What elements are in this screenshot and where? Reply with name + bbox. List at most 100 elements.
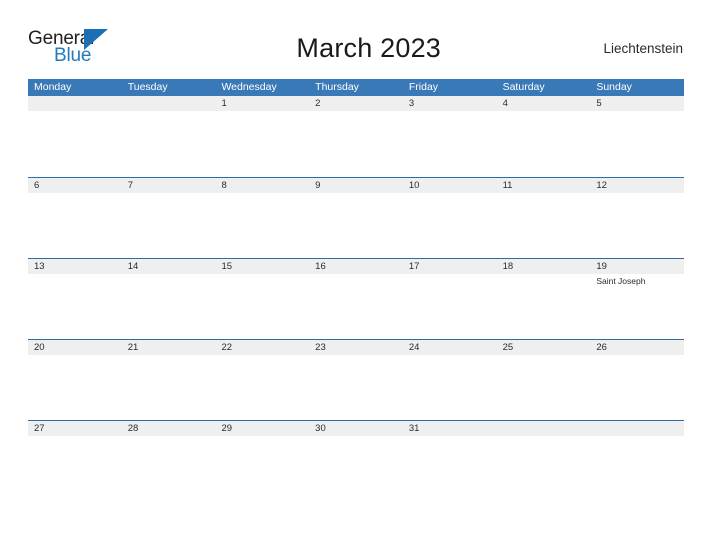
week-event-strip bbox=[28, 436, 684, 500]
day-number[interactable] bbox=[497, 421, 591, 436]
calendar-page: General Blue March 2023 Liechtenstein Mo… bbox=[0, 0, 712, 550]
day-number[interactable]: 25 bbox=[497, 340, 591, 355]
day-cell[interactable] bbox=[309, 111, 403, 175]
day-number[interactable]: 5 bbox=[590, 96, 684, 111]
weekday-header-row: Monday Tuesday Wednesday Thursday Friday Satu… bbox=[28, 79, 684, 96]
week-event-strip bbox=[28, 111, 684, 175]
day-cell[interactable] bbox=[403, 193, 497, 257]
day-cell[interactable] bbox=[403, 111, 497, 175]
day-number[interactable]: 30 bbox=[309, 421, 403, 436]
day-event-label: Saint Joseph bbox=[596, 276, 646, 286]
week-event-strip: Saint Joseph bbox=[28, 274, 684, 338]
day-cell[interactable] bbox=[403, 355, 497, 419]
day-cell[interactable] bbox=[122, 274, 216, 338]
week-row: 12345 bbox=[28, 96, 684, 177]
day-cell[interactable] bbox=[28, 436, 122, 500]
weekday-header-sunday: Sunday bbox=[596, 81, 632, 93]
country-label: Liechtenstein bbox=[603, 40, 683, 56]
day-number[interactable] bbox=[122, 96, 216, 111]
day-number[interactable]: 9 bbox=[309, 178, 403, 193]
page-header: General Blue March 2023 Liechtenstein bbox=[28, 22, 684, 74]
logo-word-blue: Blue bbox=[54, 45, 92, 66]
day-cell[interactable] bbox=[590, 193, 684, 257]
day-number[interactable]: 26 bbox=[590, 340, 684, 355]
day-number[interactable]: 29 bbox=[215, 421, 309, 436]
day-cell[interactable] bbox=[122, 436, 216, 500]
day-number[interactable]: 13 bbox=[28, 259, 122, 274]
weekday-header-tuesday: Tuesday bbox=[127, 81, 168, 93]
week-event-strip bbox=[28, 355, 684, 419]
day-number[interactable]: 28 bbox=[122, 421, 216, 436]
day-cell[interactable] bbox=[215, 274, 309, 338]
weekday-header-saturday: Saturday bbox=[502, 81, 545, 93]
day-number[interactable]: 15 bbox=[215, 259, 309, 274]
day-cell[interactable] bbox=[28, 193, 122, 257]
day-cell[interactable] bbox=[403, 274, 497, 338]
day-number[interactable]: 10 bbox=[403, 178, 497, 193]
day-cell[interactable] bbox=[497, 355, 591, 419]
week-number-strip: 12345 bbox=[28, 96, 684, 111]
day-number[interactable]: 17 bbox=[403, 259, 497, 274]
day-cell[interactable] bbox=[309, 355, 403, 419]
day-cell[interactable] bbox=[497, 274, 591, 338]
day-number[interactable]: 19 bbox=[590, 259, 684, 274]
day-cell[interactable] bbox=[309, 274, 403, 338]
day-cell[interactable] bbox=[122, 111, 216, 175]
day-cell[interactable] bbox=[403, 436, 497, 500]
day-cell[interactable] bbox=[309, 436, 403, 500]
day-number[interactable]: 31 bbox=[403, 421, 497, 436]
day-number[interactable]: 16 bbox=[309, 259, 403, 274]
weekday-header-thursday: Thursday bbox=[315, 81, 359, 93]
day-cell[interactable] bbox=[497, 193, 591, 257]
calendar-grid: Monday Tuesday Wednesday Thursday Friday Satu… bbox=[28, 79, 684, 501]
day-cell[interactable] bbox=[590, 355, 684, 419]
day-cell[interactable] bbox=[122, 355, 216, 419]
day-cell[interactable] bbox=[497, 111, 591, 175]
day-cell[interactable] bbox=[215, 436, 309, 500]
day-number[interactable]: 14 bbox=[122, 259, 216, 274]
day-number[interactable]: 12 bbox=[590, 178, 684, 193]
day-cell[interactable] bbox=[215, 193, 309, 257]
day-number[interactable] bbox=[590, 421, 684, 436]
day-number[interactable]: 24 bbox=[403, 340, 497, 355]
week-row: 27 28 29 30 31 bbox=[28, 420, 684, 501]
day-number[interactable]: 2 bbox=[309, 96, 403, 111]
day-cell[interactable] bbox=[28, 355, 122, 419]
day-number[interactable] bbox=[28, 96, 122, 111]
week-event-strip bbox=[28, 193, 684, 257]
day-number[interactable]: 3 bbox=[403, 96, 497, 111]
day-number[interactable]: 1 bbox=[215, 96, 309, 111]
day-cell[interactable] bbox=[309, 193, 403, 257]
day-number[interactable]: 7 bbox=[122, 178, 216, 193]
day-number[interactable]: 4 bbox=[497, 96, 591, 111]
week-row: 20 21 22 23 24 25 26 bbox=[28, 339, 684, 420]
day-number[interactable]: 20 bbox=[28, 340, 122, 355]
day-cell[interactable] bbox=[28, 274, 122, 338]
week-row: 6 7 8 9 10 11 12 bbox=[28, 177, 684, 258]
day-number[interactable]: 21 bbox=[122, 340, 216, 355]
weekday-header-monday: Monday bbox=[34, 81, 72, 93]
day-cell[interactable] bbox=[215, 111, 309, 175]
week-number-strip: 20 21 22 23 24 25 26 bbox=[28, 340, 684, 355]
page-title: March 2023 bbox=[296, 33, 442, 63]
day-cell[interactable]: Saint Joseph bbox=[590, 274, 684, 338]
week-row: 13 14 15 16 17 18 19 Saint Joseph bbox=[28, 258, 684, 339]
day-cell[interactable] bbox=[590, 436, 684, 500]
day-cell[interactable] bbox=[497, 436, 591, 500]
day-cell[interactable] bbox=[215, 355, 309, 419]
weekday-header-friday: Friday bbox=[408, 81, 439, 93]
day-cell[interactable] bbox=[28, 111, 122, 175]
day-number[interactable]: 8 bbox=[215, 178, 309, 193]
week-number-strip: 6 7 8 9 10 11 12 bbox=[28, 178, 684, 193]
day-cell[interactable] bbox=[590, 111, 684, 175]
day-number[interactable]: 23 bbox=[309, 340, 403, 355]
weekday-header-wednesday: Wednesday bbox=[221, 81, 277, 93]
day-cell[interactable] bbox=[122, 193, 216, 257]
day-number[interactable]: 18 bbox=[497, 259, 591, 274]
day-number[interactable]: 11 bbox=[497, 178, 591, 193]
week-number-strip: 13 14 15 16 17 18 19 bbox=[28, 259, 684, 274]
general-blue-logo[interactable]: General Blue bbox=[28, 26, 124, 70]
day-number[interactable]: 22 bbox=[215, 340, 309, 355]
day-number[interactable]: 6 bbox=[28, 178, 122, 193]
day-number[interactable]: 27 bbox=[28, 421, 122, 436]
